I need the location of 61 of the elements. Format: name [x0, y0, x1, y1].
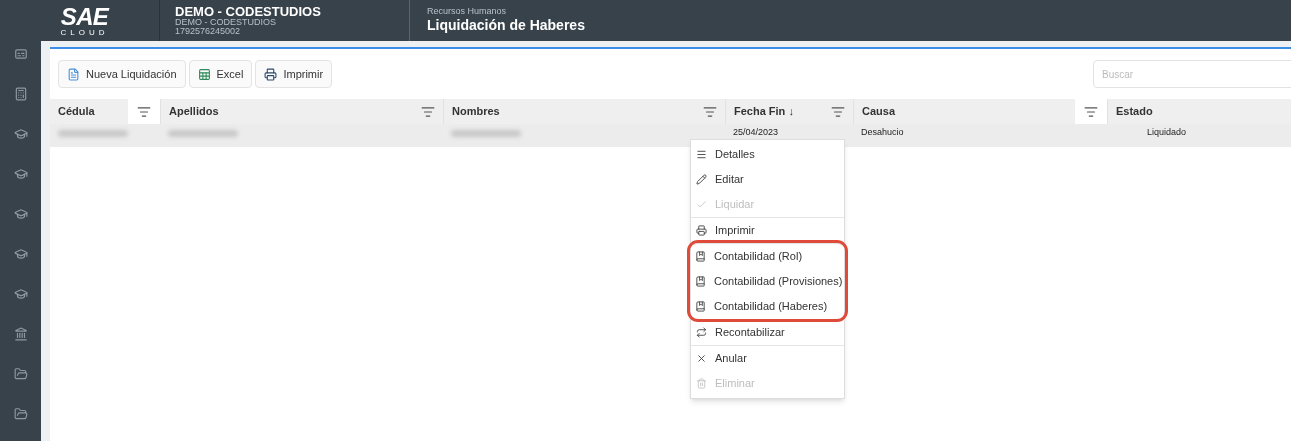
calculator-icon[interactable] [13, 87, 28, 101]
close-icon [696, 353, 707, 364]
column-header[interactable]: Fecha Fin ↓ [726, 103, 794, 120]
graduation-cap-icon[interactable] [13, 207, 28, 221]
filter-icon[interactable] [703, 104, 717, 119]
column-header[interactable]: Causa [854, 103, 896, 120]
company-name: DEMO - CODESTUDIOS [175, 5, 322, 18]
column-header[interactable]: Cédula [50, 103, 95, 120]
search-field[interactable]: Buscar [1093, 60, 1291, 88]
book-icon [695, 276, 706, 287]
menu-item[interactable]: Editar [691, 167, 844, 192]
graduation-cap-icon[interactable] [13, 247, 28, 261]
table-row[interactable]: 25/04/2023 Desahucio Liquidado [50, 124, 1291, 147]
filter-icon [1084, 104, 1098, 119]
list-icon [696, 149, 707, 160]
blurred-text [58, 129, 128, 137]
company-id: 1792576245002 [175, 27, 242, 36]
menu-item[interactable]: Contabilidad (Rol) [690, 244, 845, 269]
book-icon [695, 251, 706, 262]
table-cell: Desahucio [861, 126, 904, 140]
column-header[interactable]: Nombres [444, 103, 500, 120]
toolbar-button[interactable]: Excel [188, 60, 253, 88]
column-header[interactable]: Apellidos [161, 103, 219, 120]
toolbar-button[interactable]: Nueva Liquidación [58, 60, 186, 88]
cc-icon[interactable] [13, 47, 28, 61]
company-subtitle: DEMO - CODESTUDIOS [175, 18, 277, 27]
filter-icon[interactable] [831, 104, 845, 119]
printer-icon [696, 225, 707, 236]
graduation-cap-icon[interactable] [13, 167, 28, 181]
book-icon [695, 301, 706, 312]
spreadsheet-icon [197, 67, 211, 81]
column-header[interactable]: Estado [1108, 103, 1153, 120]
document-icon [67, 67, 80, 81]
bank-icon[interactable] [13, 327, 28, 341]
menu-item[interactable]: Imprimir [691, 218, 844, 243]
graduation-cap-icon[interactable] [13, 287, 28, 301]
graduation-cap-icon[interactable] [13, 127, 28, 141]
repeat-icon [696, 327, 707, 338]
page-title: Liquidación de Haberes [427, 17, 585, 35]
check-icon [696, 199, 707, 210]
logo-subtitle: CLOUD [60, 28, 109, 37]
trash-icon [696, 378, 707, 389]
filter-icon[interactable] [421, 104, 435, 119]
menu-item[interactable]: Contabilidad (Haberes) [690, 294, 845, 319]
pencil-icon [696, 174, 707, 185]
menu-item[interactable]: Anular [691, 346, 844, 371]
filter-button[interactable] [1075, 99, 1107, 124]
menu-item[interactable]: Contabilidad (Provisiones) [690, 269, 845, 294]
folder-icon[interactable] [13, 407, 28, 421]
blurred-text [451, 129, 521, 137]
printer-icon [264, 67, 278, 81]
menu-item[interactable]: Recontabilizar [691, 320, 844, 345]
filter-icon [137, 104, 151, 119]
table-cell: Liquidado [1147, 126, 1187, 140]
filter-button[interactable] [128, 99, 160, 124]
blurred-text [168, 129, 238, 137]
table-cell: 25/04/2023 [733, 126, 779, 140]
folder-icon[interactable] [13, 367, 28, 381]
breadcrumb-module: Recursos Humanos [427, 6, 508, 18]
toolbar-button[interactable]: Imprimir [255, 60, 333, 88]
logo: SAE [60, 4, 109, 29]
